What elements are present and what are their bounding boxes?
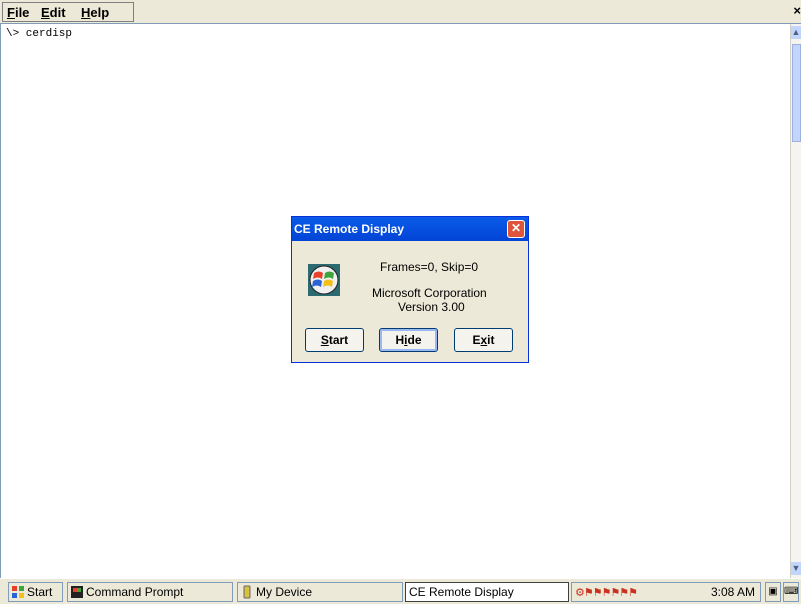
menu-help-hotkey: H	[81, 5, 91, 20]
menu-help-label: elp	[90, 5, 110, 20]
scroll-down-icon[interactable]: ▼	[791, 562, 801, 575]
console-line: \> cerdisp	[6, 28, 73, 40]
taskbar-item-my-device[interactable]: My Device	[237, 582, 403, 602]
dialog-close-icon[interactable]: ✕	[507, 220, 525, 238]
ce-remote-display-dialog: CE Remote Display ✕ Frames=0, Skip=0 Mic…	[291, 216, 529, 363]
menu-bar: File Edit Help ×	[0, 0, 801, 24]
dialog-titlebar[interactable]: CE Remote Display ✕	[292, 217, 528, 241]
desktop-icon[interactable]: ▣	[765, 582, 781, 602]
exit-label-rest: it	[487, 333, 495, 347]
company-name: Microsoft Corporation	[372, 286, 487, 300]
menu-file-hotkey: F	[7, 5, 15, 20]
menu-edit-label: dit	[49, 5, 66, 20]
menu-file-label: ile	[14, 5, 30, 20]
start-hotkey: S	[320, 333, 329, 347]
scroll-up-icon[interactable]: ▲	[791, 26, 801, 39]
taskbar-item-label: CE Remote Display	[409, 585, 514, 599]
start-label: tart	[328, 333, 349, 347]
taskbar-item-ce-remote-display[interactable]: CE Remote Display	[405, 582, 569, 602]
start-menu-button[interactable]: Start	[8, 582, 63, 602]
scroll-thumb[interactable]	[792, 44, 801, 142]
frames-stats: Frames=0, Skip=0	[380, 260, 479, 274]
exit-button[interactable]: Exit	[454, 328, 513, 352]
keyboard-icon[interactable]: ⌨	[783, 582, 799, 602]
taskbar-item-label: Command Prompt	[86, 585, 184, 599]
menu-file[interactable]: File	[7, 5, 29, 20]
hide-label-rest: de	[407, 333, 422, 347]
windows-flag-icon	[12, 586, 24, 598]
version-text: Version 3.00	[398, 300, 465, 314]
menu-help[interactable]: Help	[81, 5, 109, 20]
windows-logo-icon	[308, 264, 340, 296]
dialog-title: CE Remote Display	[294, 222, 405, 236]
device-icon	[243, 585, 251, 599]
hide-button[interactable]: Hide	[379, 328, 438, 352]
start-button[interactable]: Start	[305, 328, 364, 352]
taskbar: Start Command Prompt My Device CE Remote…	[0, 578, 801, 604]
system-tray: ⚙⚑⚑⚑⚑⚑⚑ 3:08 AM	[571, 582, 761, 602]
start-menu-label: Start	[27, 585, 53, 599]
vertical-scrollbar[interactable]: ▲ ▼	[790, 24, 801, 578]
hide-label-pre: H	[395, 333, 405, 347]
tray-status-icons[interactable]: ⚙⚑⚑⚑⚑⚑⚑	[575, 584, 638, 602]
clock: 3:08 AM	[710, 585, 755, 599]
menu-frame: File Edit Help	[2, 2, 134, 22]
menu-edit[interactable]: Edit	[41, 5, 66, 20]
window-close-icon[interactable]: ×	[793, 3, 801, 18]
menu-edit-hotkey: E	[41, 5, 50, 20]
command-prompt-icon	[71, 586, 83, 598]
taskbar-item-command-prompt[interactable]: Command Prompt	[67, 582, 233, 602]
taskbar-item-label: My Device	[256, 585, 313, 599]
